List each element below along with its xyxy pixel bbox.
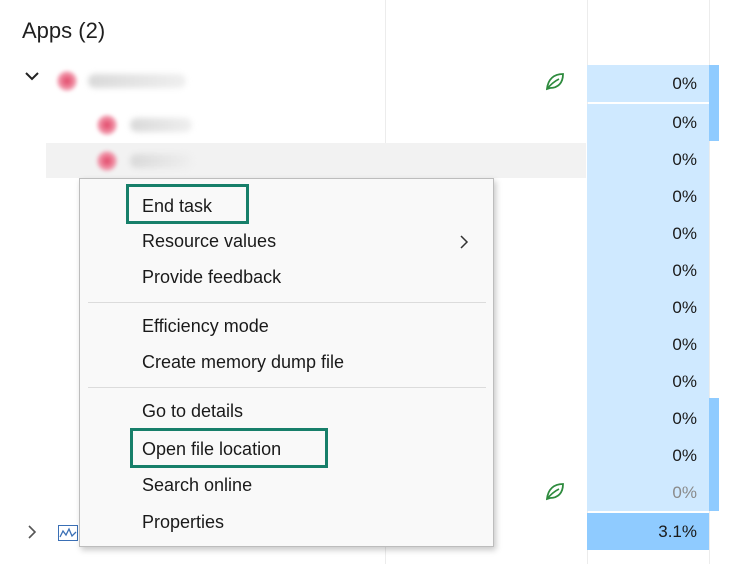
firefox-icon — [96, 150, 118, 172]
cpu-cell: 0% — [587, 65, 709, 102]
cpu-cell: 0% — [587, 400, 709, 437]
chevron-right-icon[interactable] — [24, 522, 40, 542]
cpu-cell: 0% — [587, 474, 709, 511]
menu-item-resource-values[interactable]: Resource values — [142, 231, 276, 252]
cpu-heat-strip — [709, 398, 719, 511]
cpu-cell: 0% — [587, 252, 709, 289]
cpu-cell: 0% — [587, 215, 709, 252]
menu-item-efficiency-mode[interactable]: Efficiency mode — [142, 316, 269, 337]
cpu-cell: 0% — [587, 178, 709, 215]
cpu-cell: 3.1% — [587, 513, 709, 550]
cpu-heat-strip — [709, 65, 719, 141]
submenu-arrow-icon — [460, 235, 469, 249]
cpu-cell: 0% — [587, 437, 709, 474]
cpu-cell: 0% — [587, 104, 709, 141]
open-file-location-highlight — [130, 428, 328, 468]
context-menu: End task Resource values Provide feedbac… — [79, 178, 494, 547]
cpu-cell: 0% — [587, 289, 709, 326]
end-task-highlight — [126, 184, 249, 224]
firefox-icon — [96, 114, 118, 136]
hovered-process-row[interactable] — [46, 143, 586, 178]
apps-group-heading: Apps (2) — [22, 18, 106, 43]
cpu-column: 0% 0% 0% 0% 0% 0% 0% 0% 0% 0% 0% 0% 3.1% — [587, 0, 709, 564]
menu-separator — [88, 387, 486, 388]
performance-graph-icon — [58, 525, 78, 541]
firefox-icon — [56, 70, 78, 92]
menu-item-properties[interactable]: Properties — [142, 512, 224, 533]
cpu-cell: 0% — [587, 141, 709, 178]
menu-item-provide-feedback[interactable]: Provide feedback — [142, 267, 281, 288]
efficiency-leaf-icon — [545, 73, 564, 91]
chevron-down-icon[interactable] — [22, 66, 42, 86]
app-name-redacted — [88, 74, 186, 88]
process-name-redacted — [130, 118, 192, 132]
menu-separator — [88, 302, 486, 303]
menu-item-create-memory-dump[interactable]: Create memory dump file — [142, 352, 344, 373]
cpu-cell: 0% — [587, 326, 709, 363]
cpu-cell: 0% — [587, 363, 709, 400]
efficiency-leaf-icon — [545, 483, 564, 501]
menu-item-go-to-details[interactable]: Go to details — [142, 401, 243, 422]
menu-item-search-online[interactable]: Search online — [142, 475, 252, 496]
process-name-redacted — [130, 154, 192, 168]
